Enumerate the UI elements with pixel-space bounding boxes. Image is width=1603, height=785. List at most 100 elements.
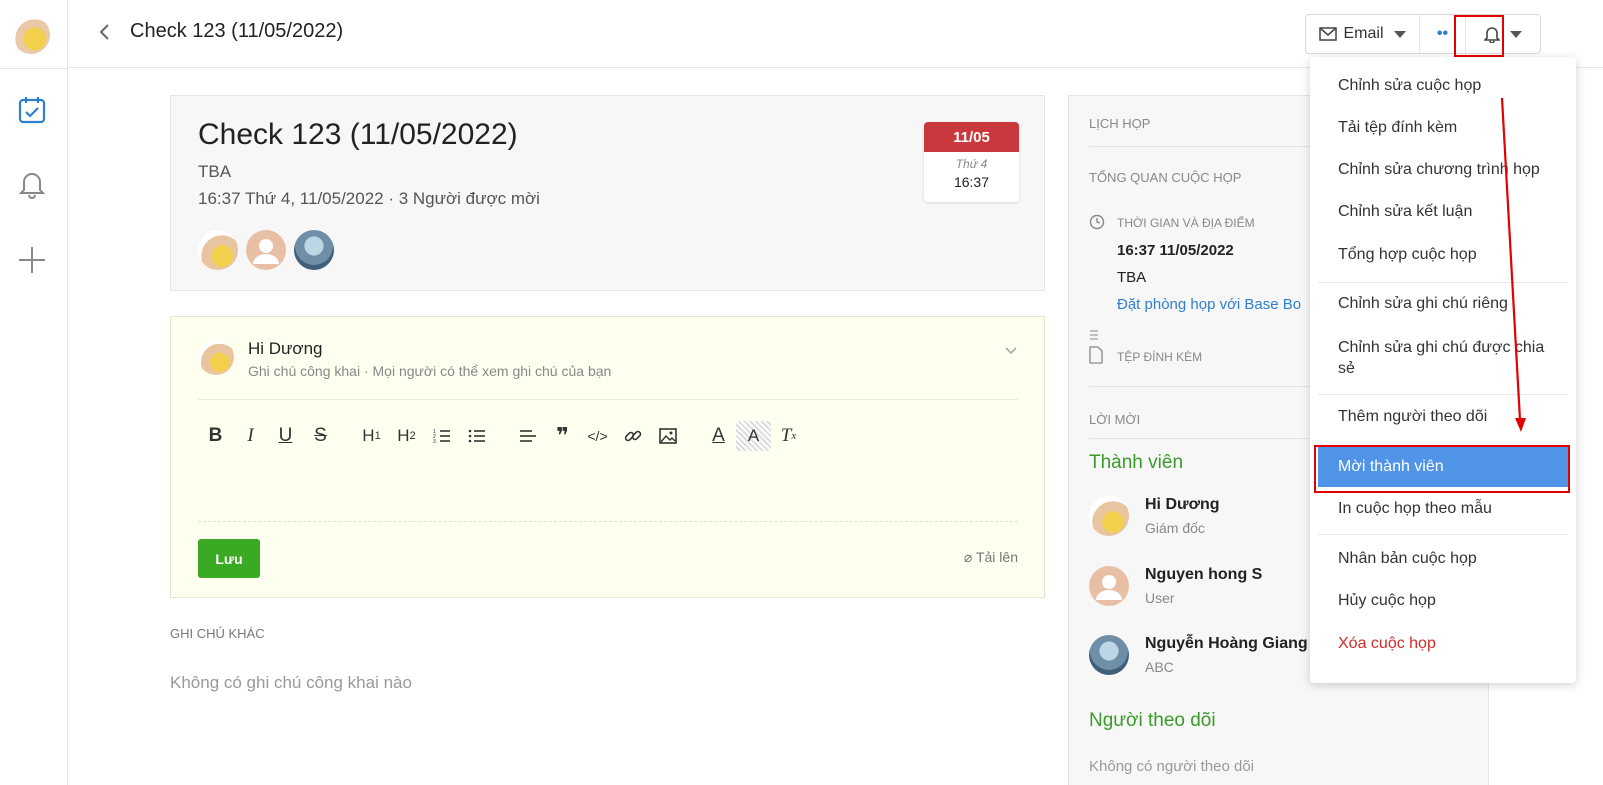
heading2-icon[interactable]: H2 [389, 421, 424, 451]
followers-heading: Người theo dõi [1089, 710, 1216, 731]
menu-lines-icon [1089, 328, 1107, 346]
members-heading: Thành viên [1089, 452, 1184, 473]
followers-empty: Không có người theo dõi [1089, 758, 1254, 775]
menu-item-download-attachments[interactable]: Tải tệp đính kèm [1310, 119, 1576, 137]
avatar [198, 339, 234, 375]
member-role: ABC [1145, 659, 1174, 675]
member-name: Hi Dương [1145, 496, 1220, 513]
image-icon[interactable] [650, 421, 685, 451]
app-logo[interactable] [12, 16, 50, 54]
text-color-icon[interactable]: A [701, 421, 736, 451]
editor-toolbar: B I U S H1 H2 123 ❞ </> A A Tx [198, 421, 806, 451]
meeting-summary: 16:37 Thứ 4, 11/05/2022 · 3 Người được m… [198, 189, 540, 208]
avatar [1089, 566, 1129, 606]
member-role: Giám đốc [1145, 520, 1205, 536]
invite-member-highlight [1314, 445, 1570, 493]
menu-divider [1318, 394, 1568, 395]
avatar[interactable] [198, 230, 238, 270]
menu-item-duplicate-meeting[interactable]: Nhân bản cuộc họp [1310, 550, 1576, 568]
menu-item-meeting-summary[interactable]: Tổng hợp cuộc họp [1310, 246, 1576, 264]
menu-item-edit-agenda[interactable]: Chỉnh sửa chương trình họp [1310, 161, 1576, 179]
other-notes-empty: Không có ghi chú công khai nào [170, 673, 412, 692]
rail-divider [0, 68, 68, 69]
date-badge-weekday: Thứ 4 [955, 157, 988, 171]
file-icon [1089, 346, 1107, 364]
divider [198, 399, 1018, 400]
svg-text:3: 3 [433, 439, 436, 444]
overview-heading: TỔNG QUAN CUỘC HỌP [1089, 170, 1242, 185]
meeting-place: TBA [1117, 269, 1147, 286]
back-chevron-icon[interactable] [94, 20, 114, 44]
divider [1089, 438, 1329, 439]
member-role: User [1145, 590, 1175, 606]
ordered-list-icon[interactable]: 123 [424, 421, 459, 451]
meeting-card: Check 123 (11/05/2022) TBA 16:37 Thứ 4, … [170, 95, 1045, 291]
save-button[interactable]: Lưu [198, 539, 260, 578]
strikethrough-icon[interactable]: S [303, 421, 338, 451]
note-author: Hi Dương [248, 339, 323, 358]
member-name: Nguyen hong S [1145, 566, 1263, 583]
calendar-heading: LỊCH HỌP [1089, 116, 1151, 131]
menu-item-edit-conclusion[interactable]: Chỉnh sửa kết luận [1310, 203, 1576, 221]
menu-item-edit-private-note[interactable]: Chỉnh sửa ghi chú riêng [1310, 295, 1576, 313]
menu-item-cancel-meeting[interactable]: Hủy cuộc họp [1310, 592, 1576, 610]
divider [198, 521, 1018, 522]
avatar[interactable] [294, 230, 334, 270]
code-icon[interactable]: </> [580, 421, 615, 451]
bell-icon[interactable] [14, 166, 50, 202]
avatar[interactable] [246, 230, 286, 270]
divider [1089, 386, 1329, 387]
clear-format-icon[interactable]: Tx [771, 421, 806, 451]
caret-down-icon [1393, 30, 1406, 38]
bullet-list-icon[interactable] [459, 421, 494, 451]
menu-divider [1318, 282, 1568, 283]
attachment-label: TỆP ĐÍNH KÈM [1117, 350, 1203, 364]
quote-icon[interactable]: ❞ [545, 421, 580, 451]
note-subtitle: Ghi chú công khai · Mọi người có thể xem… [248, 363, 612, 379]
email-button[interactable]: Email [1306, 15, 1420, 53]
italic-icon[interactable]: I [233, 421, 268, 451]
menu-item-print-template[interactable]: In cuộc họp theo mẫu [1310, 500, 1576, 518]
paperclip-icon: ⌀ [963, 549, 973, 565]
mail-icon [1319, 27, 1338, 41]
add-icon[interactable] [14, 242, 50, 278]
meeting-datetime: 16:37 11/05/2022 [1117, 242, 1234, 259]
other-notes-heading: GHI CHÚ KHÁC [170, 626, 265, 641]
calendar-check-icon[interactable] [14, 92, 50, 128]
meeting-title: Check 123 (11/05/2022) [198, 118, 518, 151]
upload-label: Tải lên [975, 549, 1018, 565]
highlight-color-icon[interactable]: A [736, 421, 771, 451]
left-rail [0, 0, 68, 785]
more-button-highlight [1454, 15, 1504, 57]
page-title: Check 123 (11/05/2022) [130, 20, 344, 42]
underline-icon[interactable]: U [268, 421, 303, 451]
meeting-location: TBA [198, 162, 232, 181]
invite-heading: LỜI MỜI [1089, 412, 1141, 427]
time-place-label: THỜI GIAN VÀ ĐỊA ĐIỂM [1117, 216, 1255, 230]
align-left-icon[interactable] [510, 421, 545, 451]
menu-item-edit-meeting[interactable]: Chỉnh sửa cuộc họp [1310, 77, 1576, 95]
more-actions-menu: Chỉnh sửa cuộc họp Tải tệp đính kèm Chỉn… [1310, 57, 1576, 683]
date-badge: 11/05 Thứ 4 16:37 [924, 122, 1019, 202]
avatar [1089, 635, 1129, 675]
member-name: Nguyễn Hoàng Giang [1145, 635, 1308, 652]
divider [1089, 146, 1329, 147]
bold-icon[interactable]: B [198, 421, 233, 451]
invitee-avatars [198, 230, 334, 270]
caret-down-icon [1510, 30, 1522, 38]
chevron-down-icon[interactable] [1004, 343, 1018, 359]
date-badge-time: 16:37 [953, 174, 990, 190]
note-editor: Hi Dương Ghi chú công khai · Mọi người c… [170, 316, 1045, 598]
upload-link[interactable]: ⌀ Tải lên [964, 549, 1018, 566]
heading1-icon[interactable]: H1 [354, 421, 389, 451]
menu-item-edit-shared-note[interactable]: Chỉnh sửa ghi chú được chia sẻ [1310, 337, 1550, 379]
book-room-link[interactable]: Đặt phòng họp với Base Bo [1117, 296, 1301, 313]
menu-item-delete-meeting[interactable]: Xóa cuộc họp [1310, 635, 1576, 653]
clock-icon [1089, 214, 1107, 232]
more-dots-icon: •• [1436, 25, 1449, 42]
email-label: Email [1343, 25, 1384, 42]
link-icon[interactable] [615, 421, 650, 451]
menu-item-add-follower[interactable]: Thêm người theo dõi [1310, 408, 1576, 426]
avatar [1089, 496, 1129, 536]
header-actions: Email •• [1305, 14, 1541, 54]
